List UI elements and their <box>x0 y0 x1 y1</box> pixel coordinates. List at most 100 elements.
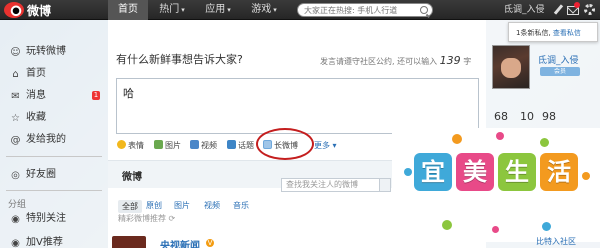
stat-followers[interactable]: 10 <box>520 110 534 123</box>
post-textarea[interactable]: 哈 <box>117 79 478 133</box>
top-navigation-bar: 微博 首页 热门▾ 应用▾ 游戏▾ 氐调_入侵 <box>0 0 600 20</box>
sidebar-item-label: 首页 <box>26 68 46 79</box>
profile-name[interactable]: 氐调_入侵 <box>538 53 579 66</box>
sidebar-item-label: 玩转微博 <box>26 46 66 57</box>
popup-text: 1条新私信, <box>516 29 551 37</box>
unread-badge: 1 <box>92 91 100 100</box>
gear-icon[interactable] <box>584 4 595 15</box>
tool-label: 表情 <box>128 141 144 150</box>
sidebar-group-heading: 分组 <box>8 200 27 210</box>
pen-icon[interactable] <box>552 4 564 16</box>
chevron-down-icon: ▾ <box>273 6 277 14</box>
nav-games-label: 游戏 <box>251 4 272 15</box>
tool-image[interactable]: 图片 <box>154 140 181 152</box>
tool-emoji[interactable]: 表情 <box>117 140 144 152</box>
sidebar-item-favorites[interactable]: ☆ 收藏 <box>0 109 108 127</box>
filter-all[interactable]: 全部 <box>118 200 142 213</box>
tool-label: 图片 <box>165 141 181 150</box>
sidebar-item-messages[interactable]: ✉ 消息 1 <box>0 87 108 105</box>
weibo-logo[interactable]: 微博 <box>4 1 51 19</box>
community-link[interactable]: 比特入社区 <box>536 236 576 247</box>
decoration-dot <box>404 168 412 176</box>
sidebar-item-sent-to-me[interactable]: @ 发给我的 <box>0 131 108 149</box>
stat-following[interactable]: 68 <box>494 110 508 123</box>
sidebar-item-home[interactable]: ⌂ 首页 <box>0 65 108 83</box>
view-messages-link[interactable]: 查看私信 <box>553 29 581 37</box>
global-search-input[interactable] <box>304 4 416 16</box>
tool-label: 视频 <box>201 141 217 150</box>
search-icon[interactable] <box>420 6 428 14</box>
video-icon <box>190 140 199 149</box>
filter-videos[interactable]: 视频 <box>204 200 220 211</box>
bullet-icon: ◉ <box>11 238 20 248</box>
sidebar-item-getting-started[interactable]: ☺ 玩转微博 <box>0 43 108 61</box>
decoration-dot <box>582 172 590 180</box>
sidebar-item-label: 好友圈 <box>26 169 56 180</box>
top-username[interactable]: 氐调_入侵 <box>504 0 545 20</box>
nav-home-label: 首页 <box>118 4 138 15</box>
decoration-dot <box>496 132 504 140</box>
filter-music[interactable]: 音乐 <box>233 200 249 211</box>
feed-search-input[interactable]: 查找我关注人的微博 <box>281 178 381 192</box>
tool-more[interactable]: 更多 ▾ <box>314 140 337 152</box>
notice-suffix: 字 <box>463 57 472 66</box>
user-circle-icon: ☺ <box>10 47 21 58</box>
new-message-popup: 1条新私信, 查看私信 <box>508 22 598 42</box>
sidebar-item-friends-circle[interactable]: ◎ 好友圈 <box>0 166 108 184</box>
feed-author-avatar[interactable] <box>112 236 146 248</box>
chevron-down-icon: ▾ <box>181 6 185 14</box>
feed-search-button[interactable] <box>379 178 391 192</box>
logo-char-mei: 美 <box>456 153 494 191</box>
home-icon: ⌂ <box>12 69 19 80</box>
logo-char-yi: 宜 <box>414 153 452 191</box>
filter-images[interactable]: 图片 <box>174 200 190 211</box>
composer-notice: 发言请遵守社区公约, 还可以输入 139 字 <box>320 54 471 67</box>
logo-text: 微博 <box>27 3 52 18</box>
sidebar-divider <box>6 190 102 191</box>
sidebar-item-label: 发给我的 <box>26 134 66 145</box>
tool-video[interactable]: 视频 <box>190 140 217 152</box>
topic-icon <box>227 140 236 149</box>
tool-label: 更多 ▾ <box>314 141 337 150</box>
highlight-circle-annotation <box>256 128 314 160</box>
decoration-dot <box>540 138 549 147</box>
nav-apps-label: 应用 <box>205 4 226 15</box>
nav-home[interactable]: 首页 <box>108 0 148 20</box>
nav-games[interactable]: 游戏 ▾ <box>242 0 286 20</box>
composer-box: 哈 <box>116 78 479 134</box>
image-icon <box>154 140 163 149</box>
decoration-dot <box>442 220 452 230</box>
decoration-dot <box>492 226 499 233</box>
message-icon: ✉ <box>11 91 20 102</box>
tool-label: 话题 <box>238 141 254 150</box>
sidebar-item-label: 消息 <box>26 90 46 101</box>
tab-weibo[interactable]: 微博 <box>122 168 142 183</box>
global-search <box>297 3 433 17</box>
bullet-icon: ◉ <box>11 214 20 225</box>
nav-hot[interactable]: 热门 ▾ <box>150 0 194 20</box>
composer-prompt: 有什么新鲜事想告诉大家? <box>116 53 243 66</box>
profile-avatar[interactable] <box>492 45 530 89</box>
logo-char-huo: 活 <box>540 153 578 191</box>
recommended-posts-label[interactable]: 精彩微博推荐 ⟳ <box>118 213 175 224</box>
feed-author-name[interactable]: 央视新闻 <box>160 237 200 248</box>
sidebar-item-verified-recommend[interactable]: ◉ 加V推荐 <box>0 234 108 248</box>
emoji-icon <box>117 140 126 149</box>
sidebar-item-label: 加V推荐 <box>26 237 63 248</box>
stat-posts[interactable]: 98 <box>542 110 556 123</box>
filter-original[interactable]: 原创 <box>146 200 162 211</box>
remaining-char-count: 139 <box>439 54 461 67</box>
sidebar-divider <box>6 156 102 157</box>
at-icon: @ <box>10 135 21 146</box>
nav-apps[interactable]: 应用 ▾ <box>196 0 240 20</box>
verified-badge: V <box>206 239 214 247</box>
member-badge: 会员 <box>540 67 580 76</box>
left-sidebar: ☺ 玩转微博 ⌂ 首页 ✉ 消息 1 ☆ 收藏 @ 发给我的 ◎ 好友圈 分组 … <box>0 20 108 248</box>
tool-topic[interactable]: 话题 <box>227 140 254 152</box>
yimei-life-logo: 宜 美 生 活 <box>414 153 580 215</box>
chevron-down-icon: ▾ <box>227 6 231 14</box>
weibo-logo-icon <box>4 2 24 18</box>
yimei-life-watermark: 宜 美 生 活 <box>392 128 600 242</box>
sidebar-item-special-follow[interactable]: ◉ 特别关注 <box>0 210 108 228</box>
notification-dot <box>574 2 580 8</box>
